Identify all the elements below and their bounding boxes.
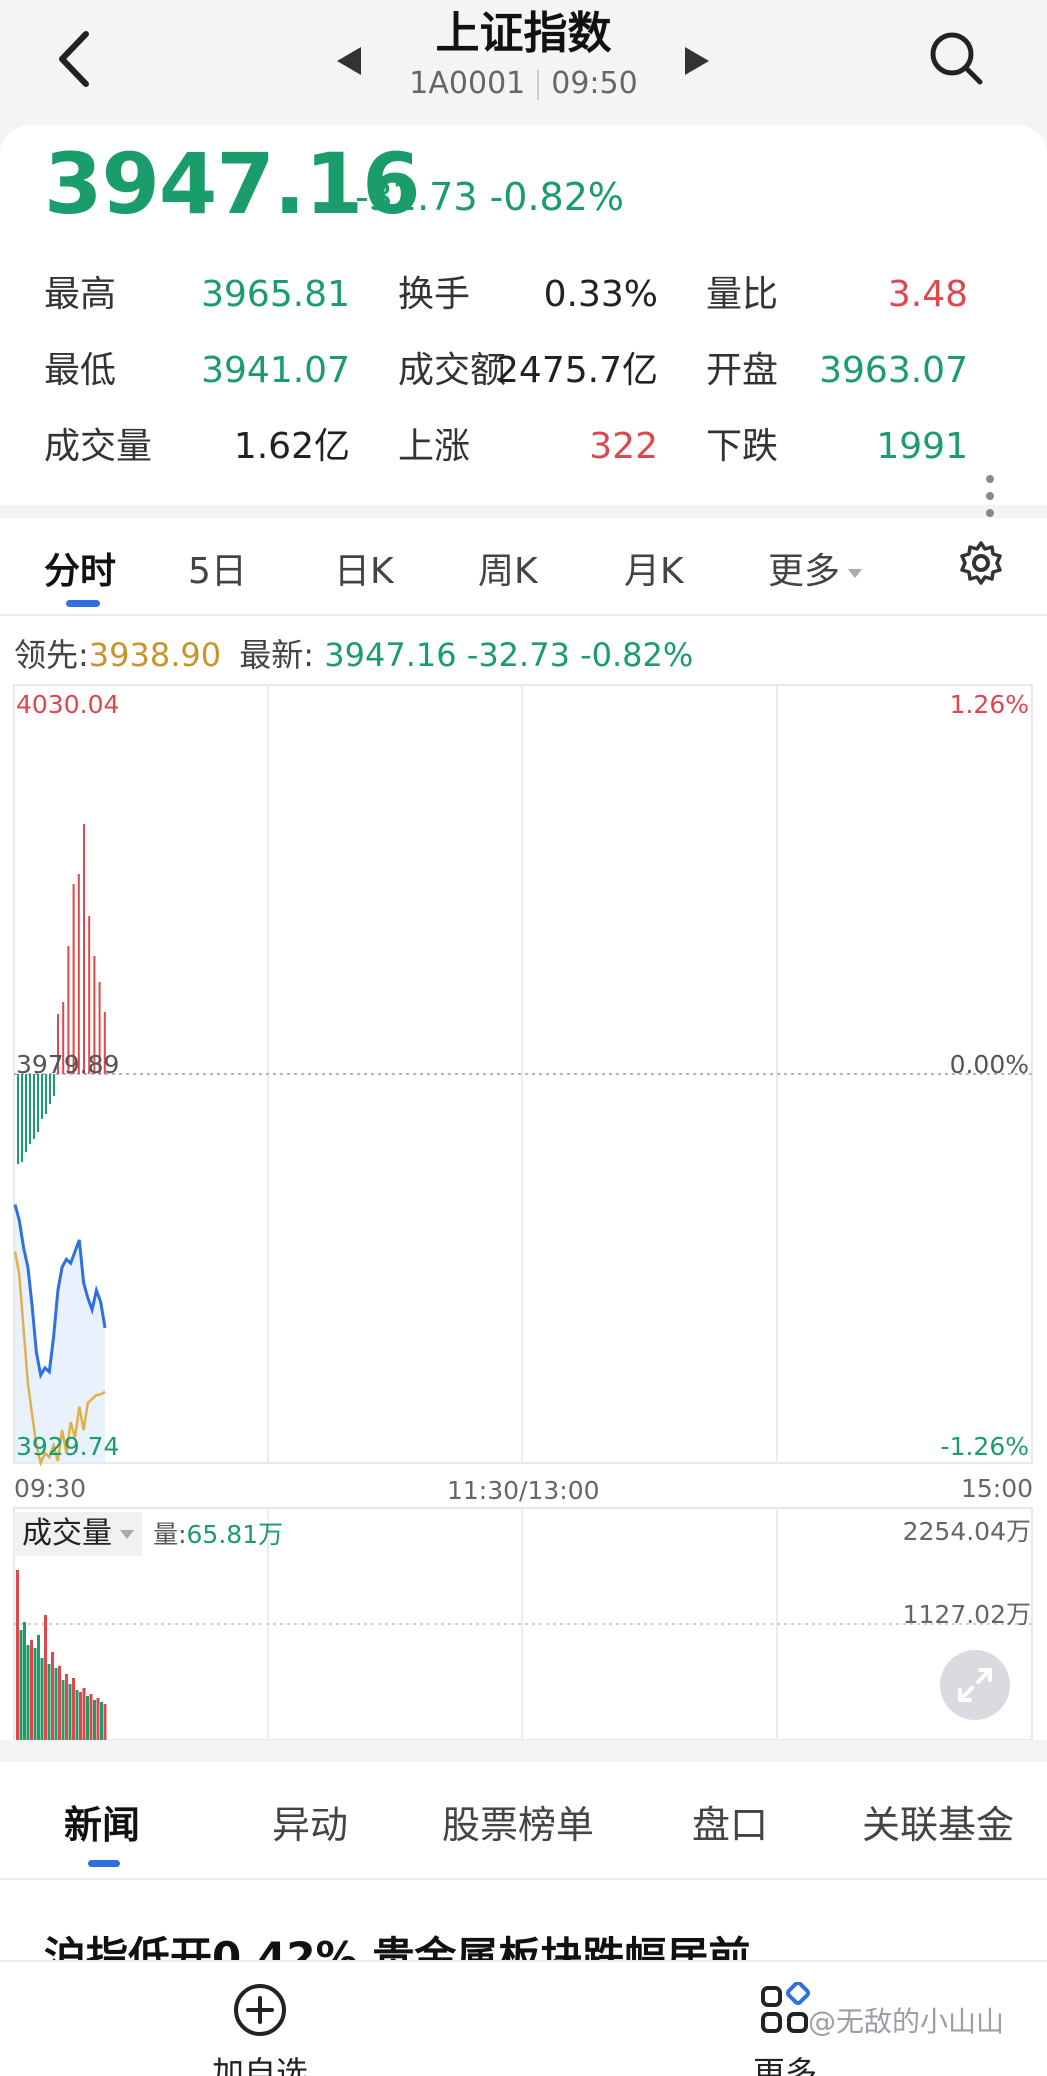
y-mid-label: 3979.89 xyxy=(16,1050,120,1079)
news-headline[interactable]: 沪指低开0.42% 贵金属板块跌幅居前 xyxy=(44,1924,750,1960)
volume-bar xyxy=(51,1652,54,1740)
volume-header: 成交量 量:65.81万 xyxy=(14,1512,283,1556)
expand-icon xyxy=(958,1668,992,1702)
x-end-label: 15:00 xyxy=(960,1474,1033,1503)
bottom-action-bar: 加自选 更多 @无敌的小山山 xyxy=(0,1960,1047,2076)
volume-bar xyxy=(40,1658,44,1740)
bottom-tab[interactable]: 异动 xyxy=(272,1794,348,1849)
volume-bar xyxy=(47,1664,51,1740)
bottom-tab[interactable]: 关联基金 xyxy=(862,1794,1014,1849)
add-circle-icon xyxy=(234,1984,286,2036)
add-watchlist-button[interactable]: 加自选 xyxy=(200,1982,320,2076)
expand-button[interactable] xyxy=(940,1650,1010,1720)
pct-mid-label: 0.00% xyxy=(949,1050,1029,1079)
bottom-tab[interactable]: 股票榜单 xyxy=(442,1794,594,1849)
volume-bar xyxy=(65,1674,68,1740)
volume-title-dropdown[interactable]: 成交量 xyxy=(14,1512,142,1556)
volume-bar xyxy=(96,1698,100,1740)
watermark: @无敌的小山山 xyxy=(808,2005,1005,2038)
x-mid-label: 11:30/13:00 xyxy=(447,1476,600,1505)
volume-title: 成交量 xyxy=(22,1516,112,1551)
volume-bar xyxy=(79,1692,82,1740)
x-start-label: 09:30 xyxy=(14,1474,87,1503)
bottom-tab-bar: 新闻 异动 股票榜单 盘口 关联基金 xyxy=(0,1762,1047,1880)
volume-bar xyxy=(103,1704,107,1740)
more-label: 更多 xyxy=(752,2054,817,2076)
volume-bar xyxy=(72,1678,75,1740)
news-tab-indicator xyxy=(88,1860,120,1867)
volume-label: 量: xyxy=(153,1520,187,1549)
volume-bar xyxy=(26,1645,30,1740)
volume-bar xyxy=(100,1702,103,1740)
y-max-label: 4030.04 xyxy=(16,690,120,719)
volume-value: 65.81万 xyxy=(186,1520,284,1549)
news-list: 沪指低开0.42% 贵金属板块跌幅居前 xyxy=(0,1880,1047,1960)
volume-bar xyxy=(54,1668,58,1740)
bottom-tab[interactable]: 盘口 xyxy=(692,1794,768,1849)
volume-bar xyxy=(75,1690,79,1740)
price-area xyxy=(15,1204,105,1463)
y-min-label: 3929.74 xyxy=(16,1432,120,1461)
volume-bar xyxy=(19,1630,23,1740)
apps-grid-icon xyxy=(761,1982,811,2033)
volume-bar xyxy=(37,1635,40,1740)
volume-mid-label: 1127.02万 xyxy=(902,1600,1031,1629)
volume-bar xyxy=(82,1688,86,1740)
chevron-down-icon xyxy=(120,1530,134,1539)
bottom-tab[interactable]: 新闻 xyxy=(64,1794,140,1849)
volume-bar xyxy=(30,1640,33,1740)
volume-bar xyxy=(68,1684,72,1740)
volume-bar xyxy=(58,1666,61,1740)
volume-bar xyxy=(86,1696,89,1740)
volume-bar xyxy=(23,1622,26,1740)
volume-bar xyxy=(44,1615,47,1740)
pct-max-label: 1.26% xyxy=(949,690,1029,719)
volume-max-label: 2254.04万 xyxy=(902,1517,1031,1546)
pct-min-label: -1.26% xyxy=(940,1432,1029,1461)
add-watchlist-label: 加自选 xyxy=(211,2054,308,2076)
volume-bar xyxy=(16,1570,19,1740)
volume-bar xyxy=(89,1694,93,1740)
volume-bar xyxy=(61,1680,65,1740)
volume-bar xyxy=(33,1648,37,1740)
volume-bar xyxy=(93,1700,96,1740)
